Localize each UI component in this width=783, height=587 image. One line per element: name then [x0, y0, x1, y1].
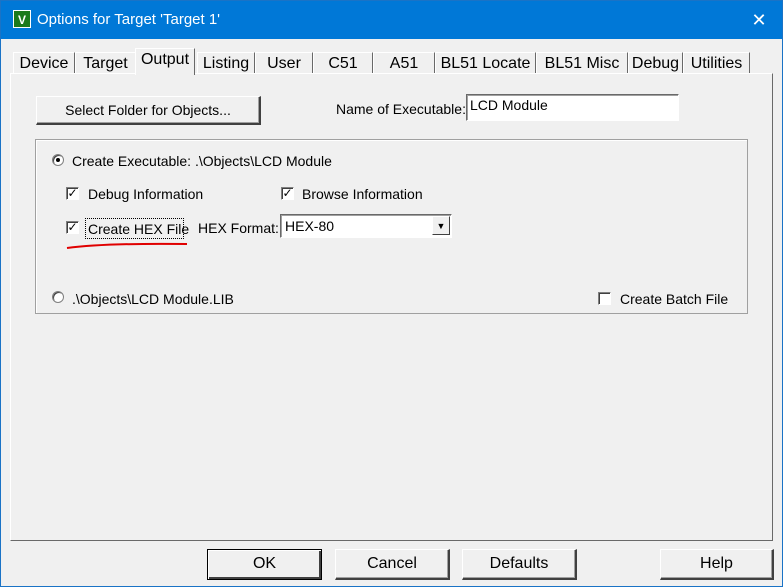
check-mark-icon: ✓ [282, 186, 293, 200]
defaults-button[interactable]: Defaults [462, 549, 577, 580]
tab-target[interactable]: Target [75, 52, 136, 74]
close-button[interactable]: ✕ [736, 1, 782, 39]
create-hex-checkbox[interactable]: ✓ [66, 221, 79, 234]
keil-app-icon: V [13, 10, 31, 28]
tab-listing[interactable]: Listing [197, 52, 255, 74]
cancel-button[interactable]: Cancel [335, 549, 450, 580]
create-batch-checkbox[interactable] [598, 292, 611, 305]
create-executable-radio[interactable] [52, 154, 64, 166]
debug-info-checkbox[interactable]: ✓ [66, 187, 79, 200]
tab-strip: Device Target Output Listing User C51 A5… [13, 48, 773, 75]
tab-user[interactable]: User [255, 52, 313, 74]
debug-info-label: Debug Information [88, 186, 204, 202]
hex-format-label: HEX Format: [198, 220, 279, 236]
name-of-executable-label: Name of Executable: [336, 101, 466, 117]
title-bar[interactable]: V Options for Target 'Target 1' ✕ [1, 1, 782, 39]
tab-utilities[interactable]: Utilities [683, 52, 750, 74]
tab-bl51-locate[interactable]: BL51 Locate [435, 52, 536, 74]
create-batch-label: Create Batch File [620, 291, 729, 307]
close-icon: ✕ [751, 10, 767, 30]
select-folder-button[interactable]: Select Folder for Objects... [36, 96, 261, 125]
check-mark-icon: ✓ [67, 186, 78, 200]
tab-c51[interactable]: C51 [313, 52, 373, 74]
create-library-label: .\Objects\LCD Module.LIB [72, 291, 234, 307]
tab-output[interactable]: Output [135, 48, 195, 75]
annotation-underline [66, 242, 188, 249]
tab-a51[interactable]: A51 [373, 52, 435, 74]
ok-button[interactable]: OK [207, 549, 322, 580]
hex-format-select[interactable]: HEX-80 ▼ [280, 214, 452, 238]
create-hex-label: Create HEX File [88, 221, 190, 237]
create-executable-label: Create Executable: .\Objects\LCD Module [72, 153, 332, 169]
check-mark-icon: ✓ [67, 220, 78, 234]
browse-info-label: Browse Information [302, 186, 423, 202]
dropdown-arrow-icon[interactable]: ▼ [432, 216, 450, 235]
window-title: Options for Target 'Target 1' [37, 11, 221, 28]
browse-info-checkbox[interactable]: ✓ [281, 187, 294, 200]
help-button[interactable]: Help [660, 549, 774, 580]
radio-selected-dot [56, 158, 60, 162]
name-of-executable-input[interactable]: LCD Module [466, 94, 679, 121]
tab-bl51-misc[interactable]: BL51 Misc [536, 52, 628, 74]
options-dialog: V Options for Target 'Target 1' ✕ Device… [0, 0, 783, 587]
create-library-radio[interactable] [52, 291, 64, 303]
hex-format-value: HEX-80 [285, 218, 335, 234]
tab-debug[interactable]: Debug [628, 52, 683, 74]
tab-device[interactable]: Device [13, 52, 75, 74]
